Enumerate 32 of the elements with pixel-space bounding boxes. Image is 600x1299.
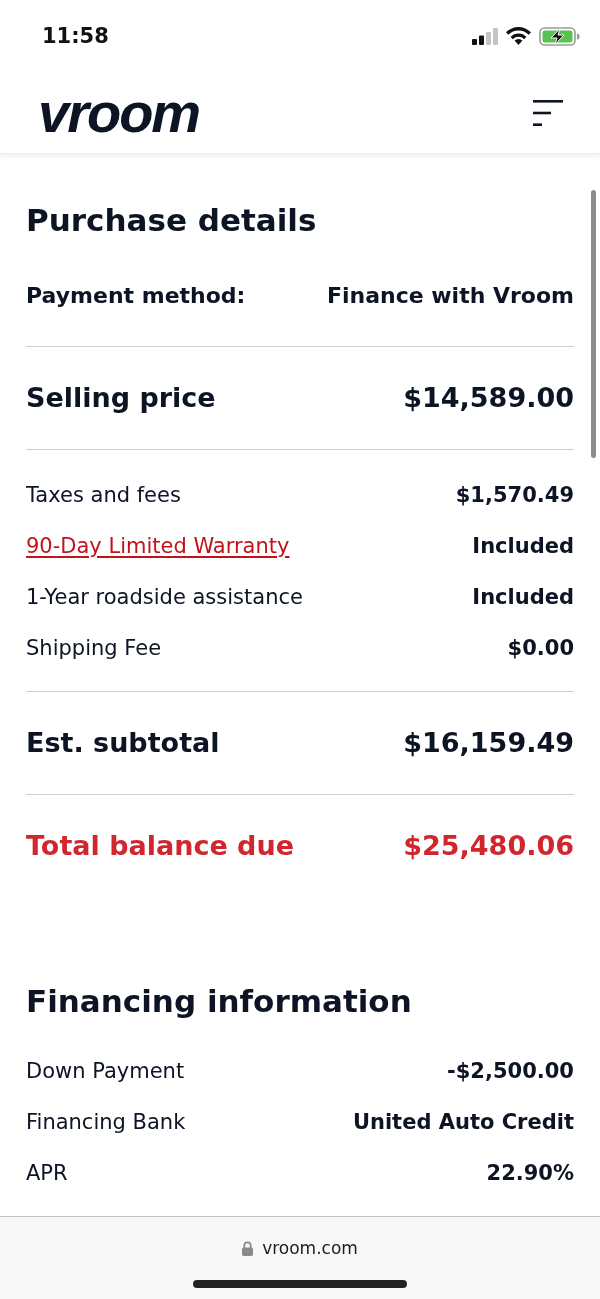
row-label: APR [26,1159,68,1187]
price-value: $16,159.49 [403,726,574,760]
section-title: Purchase details [26,201,318,240]
url-text[interactable]: vroom.com [262,1238,358,1258]
price-value: $14,589.00 [403,381,574,415]
wifi-icon [506,27,531,45]
price-label: Est. subtotal [26,726,220,760]
row-label: Shipping Fee [26,634,162,662]
row-value: -$2,500.00 [447,1057,574,1085]
row-label: Down Payment [26,1057,185,1085]
row-value: $1,570.49 [455,481,574,509]
detail-link[interactable]: 90-Day Limited Warranty [26,531,290,560]
row-label: Taxes and fees [26,481,181,509]
payment-method-label: Payment method: [26,282,246,310]
section-title: Financing information [26,982,413,1021]
total-label: Total balance due [26,829,294,863]
row-value: Included [472,583,574,611]
row-value: United Auto Credit [352,1108,574,1136]
price-label: Selling price [26,381,216,415]
row-value: $0.00 [507,634,574,662]
battery-icon [539,26,580,46]
row-value: 22.90% [486,1159,574,1187]
payment-method-value: Finance with Vroom [326,282,574,310]
menu-icon[interactable] [533,99,563,126]
row-label: 1-Year roadside assistance [26,583,303,611]
row-label: Financing Bank [26,1108,186,1136]
total-value: $25,480.06 [403,829,574,863]
signal-icon [472,27,498,45]
lock-icon [242,1240,254,1256]
status-time: 11:58 [42,24,109,48]
logo[interactable]: vroom [38,84,200,141]
row-value: Included [472,532,574,560]
